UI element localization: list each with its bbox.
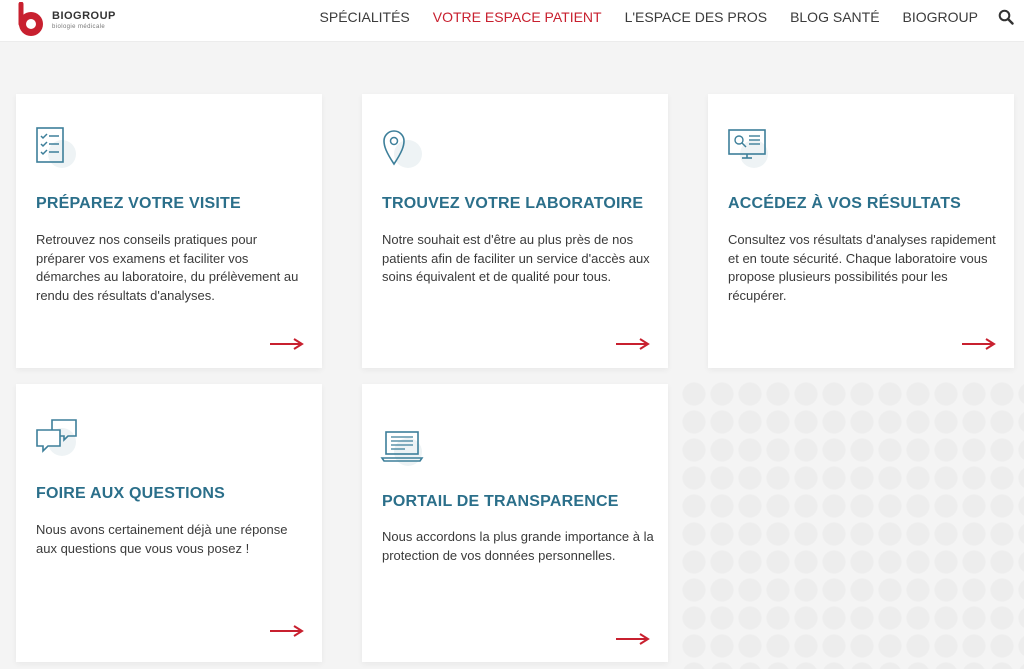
location-pin-icon [383,130,422,168]
card-access-results[interactable]: ACCÉDEZ À VOS RÉSULTATS Consultez vos ré… [708,94,1014,368]
card-title[interactable]: PORTAIL DE TRANSPARENCE [382,493,619,511]
nav-item-biogroup[interactable]: BIOGROUP [903,9,978,25]
card-description: Retrouvez nos conseils pratiques pour pr… [36,232,299,303]
site-header: BIOGROUP biologie médicale SPÉCIALITÉS V… [0,0,1024,42]
card-faq[interactable]: FOIRE AUX QUESTIONS Nous avons certainem… [16,384,322,662]
logo[interactable]: BIOGROUP biologie médicale [12,2,116,38]
card-transparency-portal[interactable]: PORTAIL DE TRANSPARENCE Nous accordons l… [362,384,668,662]
card-description: Notre souhait est d'être au plus près de… [382,232,650,284]
search-icon[interactable] [998,9,1014,25]
nav-item-espace-patient[interactable]: VOTRE ESPACE PATIENT [433,9,602,25]
arrow-right-icon[interactable] [962,338,996,350]
card-description: Nous avons certainement déjà une réponse… [36,522,288,556]
arrow-right-icon[interactable] [270,338,304,350]
laptop-icon [380,431,424,466]
brand-name: BIOGROUP [52,9,116,22]
card-prepare-visit[interactable]: PRÉPAREZ VOTRE VISITE Retrouvez nos cons… [16,94,322,368]
checklist-icon [36,127,76,168]
card-title[interactable]: PRÉPAREZ VOTRE VISITE [36,195,241,213]
card-title[interactable]: FOIRE AUX QUESTIONS [36,485,225,503]
card-find-laboratory[interactable]: TROUVEZ VOTRE LABORATOIRE Notre souhait … [362,94,668,368]
main-nav: SPÉCIALITÉS VOTRE ESPACE PATIENT L'ESPAC… [297,0,978,34]
nav-item-specialites[interactable]: SPÉCIALITÉS [320,9,410,25]
card-title[interactable]: ACCÉDEZ À VOS RÉSULTATS [728,195,961,213]
chat-bubbles-icon [36,419,77,456]
card-description: Consultez vos résultats d'analyses rapid… [728,232,996,303]
brand-tagline: biologie médicale [52,23,106,30]
card-description: Nous accordons la plus grande importance… [382,529,654,563]
logo-mark-icon [18,2,43,36]
nav-item-blog-sante[interactable]: BLOG SANTÉ [790,9,879,25]
arrow-right-icon[interactable] [270,625,304,637]
arrow-right-icon[interactable] [616,633,650,645]
results-screen-icon [728,129,768,168]
arrow-right-icon[interactable] [616,338,650,350]
card-title[interactable]: TROUVEZ VOTRE LABORATOIRE [382,195,643,213]
background-pattern [680,380,1024,669]
nav-item-espace-pros[interactable]: L'ESPACE DES PROS [625,9,767,25]
